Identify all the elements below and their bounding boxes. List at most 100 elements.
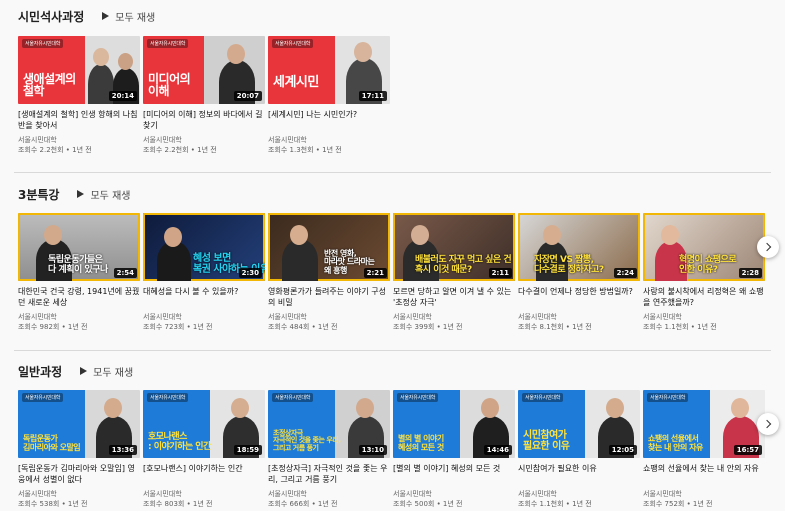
thumbnail-caption: 미디어의 이해 [148, 71, 191, 99]
thumbnail-caption: 독립운동가들은 다 계획이 있구나 [48, 255, 108, 275]
video-card[interactable]: 서울자유시민대학 초정상자극 자극적인 것을 좇는 우리, 그리고 거름 풍기 … [268, 390, 390, 509]
video-card[interactable]: 반전 영화, 마라맛 드라마는 왜 흥행 2:21 영화평론가가 들려주는 이야… [268, 213, 390, 332]
video-card[interactable]: 서울자유시민대학 독립운동가 김마리아와 오말임 13:36 [독립운동가 김마… [18, 390, 140, 509]
thumbnail-caption: 쇼팽의 선율에서 찾는 내 안의 자유 [648, 434, 703, 452]
section-title: 3분특강 [18, 187, 60, 202]
video-card[interactable]: 서울자유시민대학 생애설계의 철학 20:14 [생애설계의 철학] 인생 항해… [18, 36, 140, 155]
channel-name[interactable]: 서울시민대학 [143, 489, 265, 499]
video-meta: 조회수 2.2천회 • 1년 전 [143, 146, 217, 154]
video-meta: 조회수 982회 • 1년 전 [18, 323, 88, 331]
video-title[interactable]: 다수결이 언제나 정당한 방법일까? [518, 286, 640, 308]
video-card[interactable]: 서울자유시민대학 쇼팽의 선율에서 찾는 내 안의 자유 16:57 쇼팽의 선… [643, 390, 765, 509]
thumbnail-caption: 생애설계의 철학 [23, 71, 76, 99]
channel-name[interactable]: 서울시민대학 [393, 489, 515, 499]
video-title[interactable]: 대혜성을 다시 볼 수 있을까? [143, 286, 265, 308]
video-title[interactable]: 모르면 당하고 알면 이겨 낼 수 있는 '초정상 자극' [393, 286, 515, 308]
video-title[interactable]: 시민참여가 필요한 이유 [518, 463, 640, 485]
video-meta: 조회수 723회 • 1년 전 [143, 323, 213, 331]
video-thumbnail[interactable]: 반전 영화, 마라맛 드라마는 왜 흥행 2:21 [268, 213, 390, 281]
video-thumbnail[interactable]: 서울자유시민대학 생애설계의 철학 20:14 [18, 36, 140, 104]
video-meta: 조회수 1.1천회 • 1년 전 [518, 500, 592, 508]
video-thumbnail[interactable]: 서울자유시민대학 세계시민 17:11 [268, 36, 390, 104]
video-title[interactable]: 사랑의 불시착에서 리정혁은 왜 쇼팽을 연주했을까? [643, 286, 765, 308]
video-meta: 조회수 538회 • 1년 전 [18, 500, 88, 508]
channel-name[interactable]: 서울시민대학 [518, 312, 640, 322]
video-card[interactable]: 서울자유시민대학 호모나랜스 : 이야기하는 인간 18:59 [호모나랜스] … [143, 390, 265, 509]
video-card[interactable]: 독립운동가들은 다 계획이 있구나 2:54 대한민국 건국 강령, 1941년… [18, 213, 140, 332]
thumbnail-brand: 서울자유시민대학 [272, 393, 314, 402]
video-meta: 조회수 1.1천회 • 1년 전 [643, 323, 717, 331]
channel-name[interactable]: 서울시민대학 [18, 135, 140, 145]
video-thumbnail[interactable]: 서울자유시민대학 시민참여가 필요한 이유 12:05 [518, 390, 640, 458]
video-meta: 조회수 399회 • 1년 전 [393, 323, 463, 331]
video-duration: 20:14 [108, 91, 137, 101]
play-all-button[interactable]: 모두 재생 [77, 187, 130, 202]
channel-name[interactable]: 서울시민대학 [393, 312, 515, 322]
carousel-next-button[interactable] [757, 236, 779, 258]
play-all-button[interactable]: 모두 재생 [80, 364, 133, 379]
channel-name[interactable]: 서울시민대학 [18, 489, 140, 499]
video-card[interactable]: 서울자유시민대학 별의 별 이야기 혜성의 모든 것 14:46 [별의 별 이… [393, 390, 515, 509]
video-thumbnail[interactable]: 혁명이 쇼팽으로 인한 이유? 2:28 [643, 213, 765, 281]
channel-name[interactable]: 서울시민대학 [143, 135, 265, 145]
video-meta: 조회수 803회 • 1년 전 [143, 500, 213, 508]
video-thumbnail[interactable]: 배불러도 자꾸 먹고 싶은 건 혹시 이것 때문? 2:11 [393, 213, 515, 281]
video-card[interactable]: 서울자유시민대학 미디어의 이해 20:07 [미디어의 이해] 정보의 바다에… [143, 36, 265, 155]
video-duration: 14:46 [483, 445, 512, 455]
video-card[interactable]: 서울자유시민대학 시민참여가 필요한 이유 12:05 시민참여가 필요한 이유… [518, 390, 640, 509]
video-thumbnail[interactable]: 서울자유시민대학 별의 별 이야기 혜성의 모든 것 14:46 [393, 390, 515, 458]
channel-name[interactable]: 서울시민대학 [143, 312, 265, 322]
section-header: 3분특강 모두 재생 [18, 185, 130, 203]
video-title[interactable]: [초정상자극] 자극적인 것을 좇는 우리, 그리고 거름 풍기 [268, 463, 390, 485]
thumbnail-brand: 서울자유시민대학 [22, 393, 64, 402]
thumbnail-caption: 독립운동가 김마리아와 오말임 [23, 434, 81, 452]
chevron-right-icon [762, 419, 772, 429]
play-icon [80, 367, 88, 375]
carousel-next-button[interactable] [757, 413, 779, 435]
video-duration: 17:11 [358, 91, 387, 101]
channel-name[interactable]: 서울시민대학 [643, 312, 765, 322]
video-title[interactable]: 영화평론가가 들려주는 이야기 구성의 비밀 [268, 286, 390, 308]
video-title[interactable]: [별의 별 이야기] 혜성의 모든 것 [393, 463, 515, 485]
thumbnail-brand: 서울자유시민대학 [522, 393, 564, 402]
video-thumbnail[interactable]: 자장면 VS 짬뽕, 다수결로 정하자고? 2:24 [518, 213, 640, 281]
thumbnail-caption: 세계시민 [273, 75, 319, 91]
play-all-button[interactable]: 모두 재생 [102, 9, 155, 24]
channel-name[interactable]: 서울시민대학 [518, 489, 640, 499]
video-duration: 2:24 [613, 268, 637, 278]
video-meta: 조회수 1.3천회 • 1년 전 [268, 146, 342, 154]
video-card[interactable]: 혜성 보면 복권 사야하는 이유 2:30 대혜성을 다시 볼 수 있을까? 서… [143, 213, 265, 332]
video-thumbnail[interactable]: 혜성 보면 복권 사야하는 이유 2:30 [143, 213, 265, 281]
video-thumbnail[interactable]: 서울자유시민대학 미디어의 이해 20:07 [143, 36, 265, 104]
video-title[interactable]: 대한민국 건국 강령, 1941년에 꿈꿨던 새로운 세상 [18, 286, 140, 308]
channel-name[interactable]: 서울시민대학 [643, 489, 765, 499]
thumbnail-caption: 혁명이 쇼팽으로 인한 이유? [679, 255, 737, 275]
chevron-right-icon [762, 242, 772, 252]
video-thumbnail[interactable]: 서울자유시민대학 초정상자극 자극적인 것을 좇는 우리, 그리고 거름 풍기 … [268, 390, 390, 458]
video-duration: 18:59 [233, 445, 262, 455]
channel-name[interactable]: 서울시민대학 [268, 135, 390, 145]
video-card[interactable]: 서울자유시민대학 세계시민 17:11 [세계시민] 나는 시민인가? 서울시민… [268, 36, 390, 155]
video-duration: 2:30 [238, 268, 262, 278]
video-thumbnail[interactable]: 서울자유시민대학 쇼팽의 선율에서 찾는 내 안의 자유 16:57 [643, 390, 765, 458]
video-card[interactable]: 배불러도 자꾸 먹고 싶은 건 혹시 이것 때문? 2:11 모르면 당하고 알… [393, 213, 515, 332]
video-title[interactable]: [독립운동가 김마리아와 오말임] 영웅에서 성별이 없다 [18, 463, 140, 485]
video-title[interactable]: [호모나랜스] 이야기하는 인간 [143, 463, 265, 485]
video-thumbnail[interactable]: 서울자유시민대학 호모나랜스 : 이야기하는 인간 18:59 [143, 390, 265, 458]
video-meta: 조회수 500회 • 1년 전 [393, 500, 463, 508]
channel-name[interactable]: 서울시민대학 [268, 312, 390, 322]
video-duration: 2:54 [113, 268, 137, 278]
channel-name[interactable]: 서울시민대학 [18, 312, 140, 322]
video-thumbnail[interactable]: 독립운동가들은 다 계획이 있구나 2:54 [18, 213, 140, 281]
section-divider [14, 172, 771, 173]
section-divider [14, 350, 771, 351]
section-header: 시민석사과정 모두 재생 [18, 7, 155, 25]
video-card[interactable]: 자장면 VS 짬뽕, 다수결로 정하자고? 2:24 다수결이 언제나 정당한 … [518, 213, 640, 332]
channel-name[interactable]: 서울시민대학 [268, 489, 390, 499]
video-title[interactable]: [세계시민] 나는 시민인가? [268, 109, 390, 131]
video-title[interactable]: [미디어의 이해] 정보의 바다에서 길 찾기 [143, 109, 265, 131]
video-thumbnail[interactable]: 서울자유시민대학 독립운동가 김마리아와 오말임 13:36 [18, 390, 140, 458]
video-title[interactable]: 쇼팽의 선율에서 찾는 내 안의 자유 [643, 463, 765, 485]
video-card[interactable]: 혁명이 쇼팽으로 인한 이유? 2:28 사랑의 불시착에서 리정혁은 왜 쇼팽… [643, 213, 765, 332]
video-title[interactable]: [생애설계의 철학] 인생 항해의 나침반을 찾아서 [18, 109, 140, 131]
